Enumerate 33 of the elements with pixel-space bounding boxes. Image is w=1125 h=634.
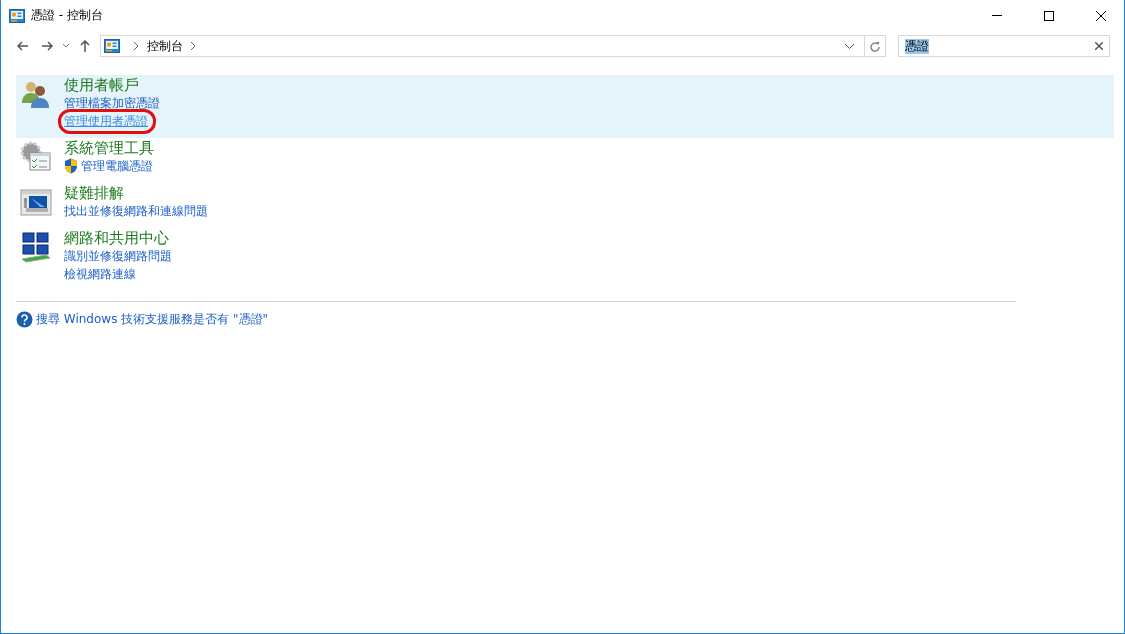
maximize-icon	[1044, 10, 1054, 21]
category-title[interactable]: 網路和共用中心	[64, 229, 172, 247]
computer-icon	[20, 186, 52, 218]
task-link[interactable]: 找出並修復網路和連線問題	[64, 202, 208, 220]
search-field[interactable]: 憑證	[898, 35, 1110, 57]
clear-icon[interactable]	[1095, 42, 1103, 50]
up-arrow-icon	[80, 40, 90, 52]
category-title[interactable]: 使用者帳戶	[64, 76, 160, 94]
help-link[interactable]: 搜尋 Windows 技術支援服務是否有 "憑證"	[36, 311, 269, 328]
forward-arrow-icon	[41, 41, 53, 51]
category-title[interactable]: 疑難排解	[64, 184, 208, 202]
chevron-down-icon	[844, 43, 854, 49]
minimize-icon	[992, 15, 1002, 16]
help-icon	[16, 311, 33, 328]
task-link[interactable]: 管理使用者憑證	[64, 112, 148, 130]
task-link[interactable]: 檢視網路連線	[64, 265, 136, 283]
chevron-right-icon	[134, 42, 139, 50]
address-bar[interactable]: 控制台	[100, 35, 886, 57]
close-icon	[1096, 10, 1106, 21]
back-arrow-icon	[17, 41, 29, 51]
caret-icon	[63, 44, 69, 48]
refresh-icon	[870, 40, 880, 52]
gear-checklist-icon	[20, 141, 52, 173]
control-panel-icon	[9, 8, 25, 23]
window-title: 憑證 - 控制台	[31, 7, 103, 24]
chevron-right-icon	[191, 42, 196, 50]
task-link[interactable]: 管理電腦憑證	[81, 157, 153, 175]
breadcrumb[interactable]: 控制台	[147, 37, 183, 55]
task-link[interactable]: 管理檔案加密憑證	[64, 94, 160, 112]
category-title[interactable]: 系統管理工具	[64, 139, 154, 157]
task-link[interactable]: 識別並修復網路問題	[64, 247, 172, 265]
network-icon	[20, 231, 52, 263]
control-panel-icon	[104, 39, 120, 53]
